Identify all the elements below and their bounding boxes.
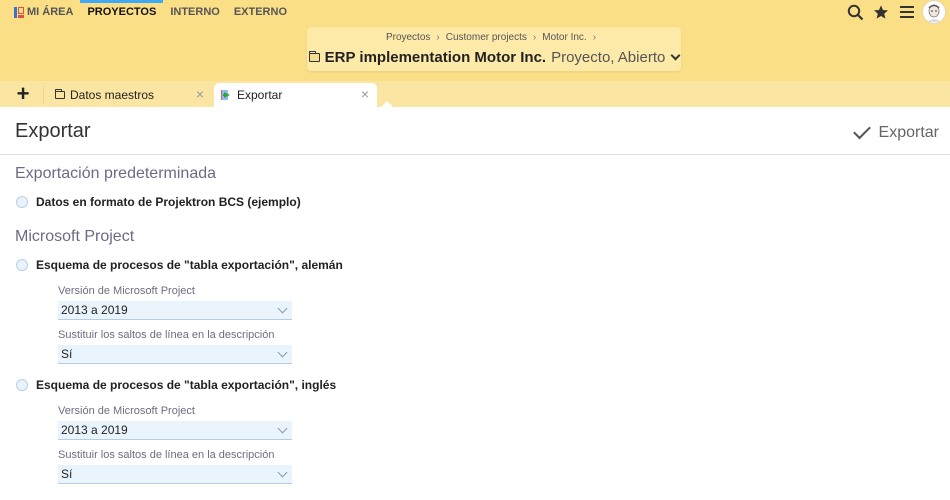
radio-label: Esquema de procesos de "tabla exportació… bbox=[36, 258, 343, 272]
breadcrumb-separator: › bbox=[436, 32, 440, 43]
close-icon[interactable]: × bbox=[196, 86, 204, 102]
radio-option[interactable]: Esquema de procesos de "tabla exportació… bbox=[16, 258, 343, 272]
breadcrumb: Proyectos › Customer projects › Motor Inc. › bbox=[307, 32, 681, 44]
ms-project-version-select[interactable]: 2013 a 2019 bbox=[58, 301, 292, 320]
field-label: Sustituir los saltos de línea en la desc… bbox=[58, 449, 275, 461]
breadcrumb-item[interactable]: Customer projects bbox=[446, 32, 527, 43]
ms-project-version-field: Versión de Microsoft Project 2013 a 2019 bbox=[58, 404, 292, 440]
nav-item-proyectos[interactable]: PROYECTOS bbox=[80, 0, 164, 24]
chevron-down-icon bbox=[277, 423, 288, 433]
export-button-label: Exportar bbox=[878, 124, 939, 141]
export-button[interactable]: Exportar bbox=[852, 121, 939, 142]
nav-item-externo[interactable]: EXTERNO bbox=[227, 0, 294, 24]
radio-option[interactable]: Esquema de procesos de "tabla exportació… bbox=[16, 378, 336, 392]
project-status: Proyecto, Abierto bbox=[551, 48, 666, 66]
breadcrumb-panel: Proyectos › Customer projects › Motor Inc. › … bbox=[307, 27, 681, 71]
select-value: Sí bbox=[61, 467, 73, 481]
nav-item-interno[interactable]: INTERNO bbox=[163, 0, 227, 24]
replace-linebreaks-field: Sustituir los saltos de línea en la desc… bbox=[58, 448, 292, 484]
tab-datos-maestros[interactable]: Datos maestros × bbox=[48, 83, 212, 107]
page-header: Exportar Exportar bbox=[0, 107, 950, 155]
section-title: Microsoft Project bbox=[15, 228, 135, 245]
project-title: ERP implementation Motor Inc. bbox=[324, 48, 547, 66]
ms-project-version-field: Versión de Microsoft Project 2013 a 2019 bbox=[58, 284, 292, 320]
chevron-down-icon bbox=[277, 467, 288, 477]
close-icon[interactable]: × bbox=[361, 86, 369, 102]
ms-project-version-select[interactable]: 2013 a 2019 bbox=[58, 421, 292, 440]
tab-exportar[interactable]: Exportar × bbox=[214, 83, 377, 107]
export-icon bbox=[221, 90, 233, 100]
page-title: Exportar bbox=[15, 120, 91, 142]
field-label: Sustituir los saltos de línea en la desc… bbox=[58, 329, 275, 341]
replace-linebreaks-field: Sustituir los saltos de línea en la desc… bbox=[58, 328, 292, 364]
breadcrumb-item[interactable]: Motor Inc. bbox=[542, 32, 586, 43]
tab-label: Datos maestros bbox=[70, 88, 155, 102]
folder-icon bbox=[308, 50, 320, 62]
field-label: Versión de Microsoft Project bbox=[58, 285, 195, 297]
folder-icon bbox=[55, 89, 65, 99]
select-value: 2013 a 2019 bbox=[61, 303, 128, 317]
field-label: Versión de Microsoft Project bbox=[58, 405, 195, 417]
radio-label: Datos en formato de Projektron BCS (ejem… bbox=[36, 195, 301, 209]
select-value: Sí bbox=[61, 347, 73, 361]
star-icon[interactable] bbox=[868, 0, 894, 24]
header-actions bbox=[842, 0, 950, 24]
chevron-down-icon[interactable] bbox=[670, 50, 681, 60]
replace-linebreaks-select[interactable]: Sí bbox=[58, 465, 292, 484]
select-value: 2013 a 2019 bbox=[61, 423, 128, 437]
chevron-down-icon bbox=[277, 303, 288, 313]
radio-button[interactable] bbox=[16, 259, 28, 271]
breadcrumb-item[interactable]: Proyectos bbox=[386, 32, 430, 43]
replace-linebreaks-select[interactable]: Sí bbox=[58, 345, 292, 364]
tab-bar: + Datos maestros × Exportar × bbox=[0, 81, 950, 107]
add-tab-button[interactable]: + bbox=[10, 83, 36, 105]
object-title-row[interactable]: ERP implementation Motor Inc. Proyecto, … bbox=[307, 47, 681, 67]
radio-label: Esquema de procesos de "tabla exportació… bbox=[36, 378, 337, 392]
search-icon[interactable] bbox=[842, 0, 868, 24]
top-bar: MI ÁREA PROYECTOS INTERNO EXTERNO Proyec… bbox=[0, 0, 950, 81]
radio-button[interactable] bbox=[16, 379, 28, 391]
breadcrumb-separator: › bbox=[532, 32, 537, 43]
breadcrumb-separator: › bbox=[592, 32, 597, 43]
nav-item-mi-area[interactable]: MI ÁREA bbox=[0, 0, 80, 24]
radio-option[interactable]: Datos en formato de Projektron BCS (ejem… bbox=[16, 195, 301, 209]
my-area-icon bbox=[14, 6, 24, 18]
chevron-down-icon bbox=[277, 347, 288, 357]
radio-button[interactable] bbox=[16, 196, 28, 208]
check-icon bbox=[852, 121, 871, 140]
divider bbox=[43, 85, 44, 103]
avatar[interactable] bbox=[922, 0, 946, 24]
main-nav: MI ÁREA PROYECTOS INTERNO EXTERNO bbox=[0, 0, 294, 24]
nav-label: MI ÁREA bbox=[27, 6, 74, 18]
menu-icon[interactable] bbox=[894, 0, 920, 24]
tab-label: Exportar bbox=[237, 88, 283, 102]
section-title: Exportación predeterminada bbox=[15, 165, 217, 182]
